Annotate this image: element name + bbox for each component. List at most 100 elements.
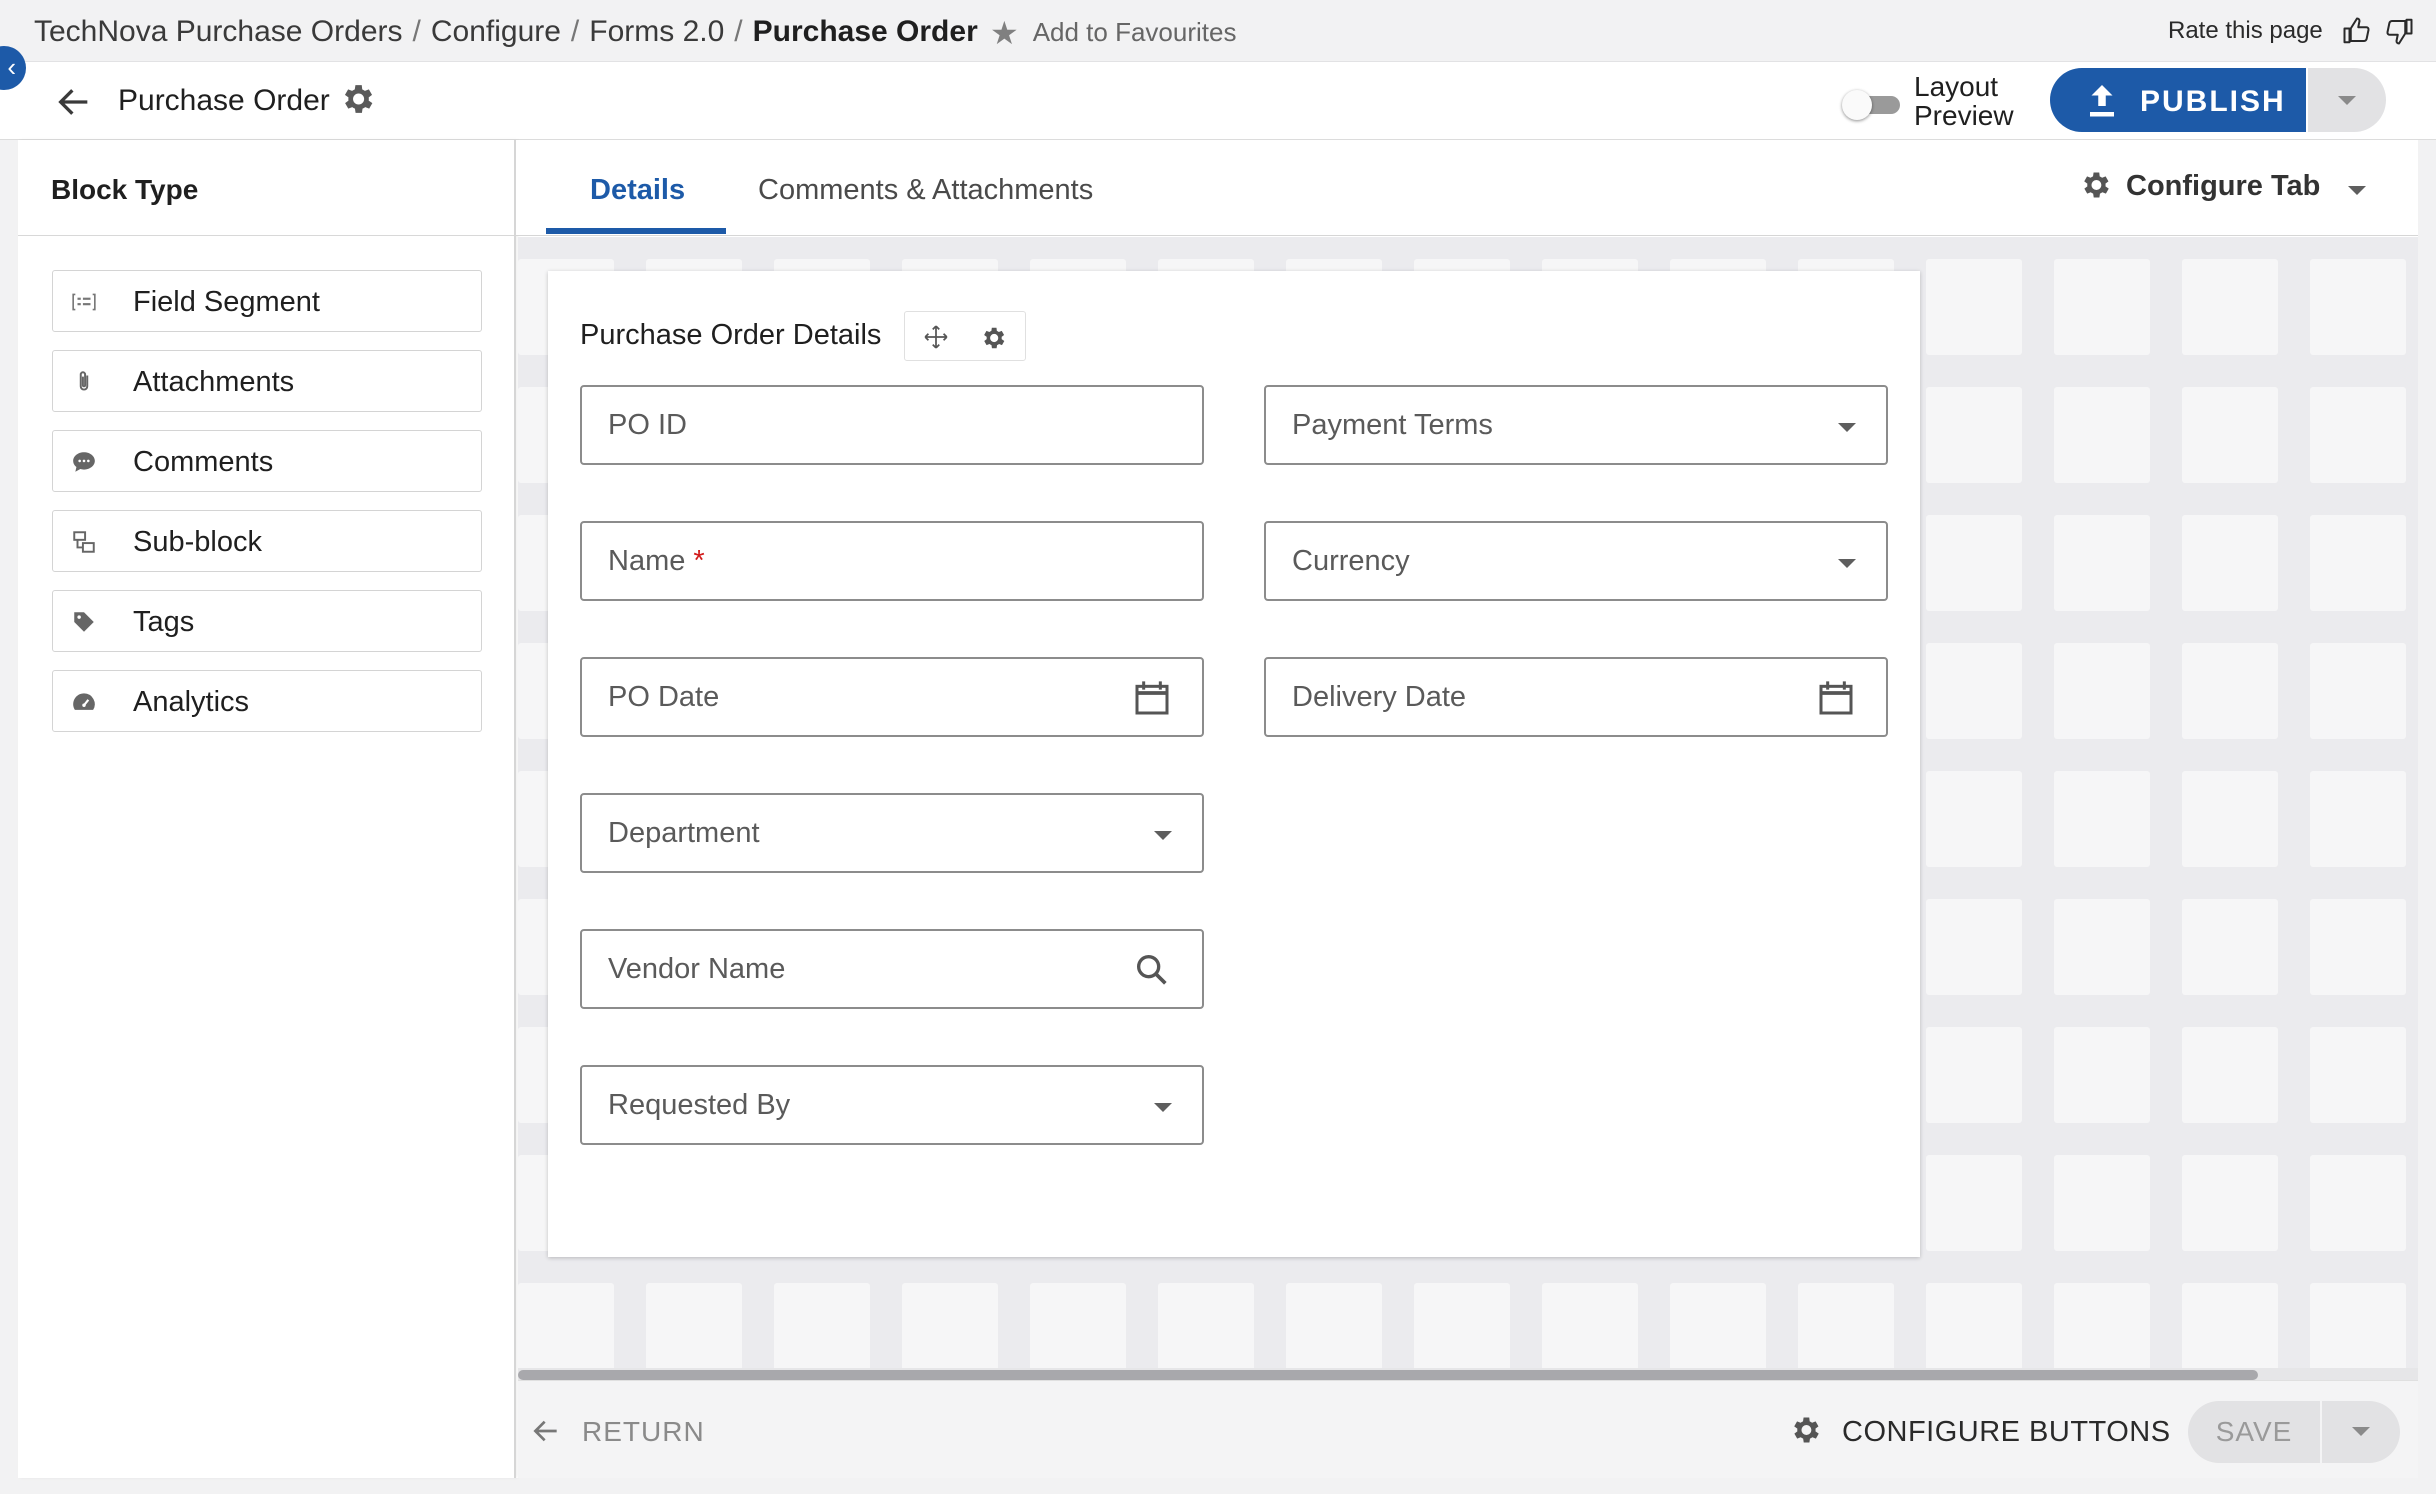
layout-grid-cell: [2182, 899, 2278, 995]
delivery-date-field[interactable]: Delivery Date: [1264, 657, 1888, 737]
block-item-label: Tags: [133, 606, 195, 638]
calendar-icon[interactable]: [1816, 677, 1856, 719]
field-label: Vendor Name: [608, 953, 786, 985]
thumbs-up-icon[interactable]: [2342, 16, 2372, 46]
chevron-down-icon: [1154, 831, 1172, 840]
publish-dropdown-button[interactable]: [2308, 68, 2386, 132]
chevron-down-icon: [2338, 96, 2356, 105]
layout-grid-cell: [2310, 1155, 2406, 1251]
block-item-comments[interactable]: Comments: [52, 430, 482, 492]
chevron-left-icon: ‹: [7, 52, 16, 82]
vendor-name-lookup[interactable]: Vendor Name: [580, 929, 1204, 1009]
layout-grid-cell: [2182, 1283, 2278, 1373]
required-marker: *: [693, 545, 705, 577]
po-date-field[interactable]: PO Date: [580, 657, 1204, 737]
gear-icon[interactable]: [338, 80, 376, 118]
sub-block-icon: [73, 531, 95, 553]
configure-buttons-button[interactable]: CONFIGURE BUTTONS: [1788, 1413, 2171, 1449]
active-tab-indicator: [546, 228, 726, 234]
search-icon[interactable]: [1132, 949, 1172, 991]
layout-grid-cell: [2310, 259, 2406, 355]
field-label-text: Name: [608, 545, 686, 577]
horizontal-scrollbar[interactable]: [518, 1368, 2418, 1380]
top-bar: TechNova Purchase Orders / Configure / Forms…: [0, 0, 2436, 62]
field-label: Currency: [1292, 545, 1410, 577]
layout-grid-cell: [2182, 771, 2278, 867]
currency-select[interactable]: Currency: [1264, 521, 1888, 601]
move-icon[interactable]: [923, 324, 949, 350]
block-toolbar: [904, 311, 1026, 361]
gauge-icon: [73, 693, 95, 710]
layout-grid-cell: [2182, 515, 2278, 611]
configure-tab-button[interactable]: Configure Tab: [2078, 168, 2366, 203]
layout-grid-cell: [2310, 387, 2406, 483]
calendar-icon[interactable]: [1132, 677, 1172, 719]
block-type-header: Block Type: [18, 140, 514, 236]
save-button[interactable]: SAVE: [2188, 1401, 2320, 1463]
scrollbar-thumb[interactable]: [518, 1370, 2258, 1380]
layout-grid-cell: [1926, 1027, 2022, 1123]
layout-preview-toggle[interactable]: [1842, 90, 1902, 120]
layout-grid-cell: [1286, 1283, 1382, 1373]
footer-bar: RETURN CONFIGURE BUTTONS SAVE: [518, 1380, 2418, 1478]
tab-comments-attachments[interactable]: Comments & Attachments: [758, 174, 1093, 207]
layout-grid-cell: [518, 1283, 614, 1373]
layout-grid-cell: [1926, 771, 2022, 867]
name-field[interactable]: Name *: [580, 521, 1204, 601]
block-item-attachments[interactable]: Attachments: [52, 350, 482, 412]
field-label: PO ID: [608, 409, 687, 441]
field-label: Delivery Date: [1292, 681, 1467, 713]
layout-grid-cell: [646, 1283, 742, 1373]
page-title: Purchase Order: [118, 84, 330, 117]
tag-icon: [74, 612, 94, 632]
block-type-panel: Block Type Field Segment Attachments Com…: [18, 140, 516, 1478]
breadcrumb-current: Purchase Order: [752, 15, 978, 49]
chevron-down-icon: [1838, 559, 1856, 568]
breadcrumb-item-app[interactable]: TechNova Purchase Orders: [34, 15, 403, 48]
chevron-down-icon: [1154, 1103, 1172, 1112]
breadcrumb-separator: /: [570, 15, 580, 49]
layout-grid-cell: [1926, 515, 2022, 611]
page-header: Purchase Order Layout Preview PUBLISH: [0, 62, 2436, 140]
layout-grid-cell: [902, 1283, 998, 1373]
upload-icon: [2090, 85, 2114, 117]
layout-grid-cell: [1926, 1155, 2022, 1251]
save-dropdown-button[interactable]: [2322, 1401, 2400, 1463]
breadcrumb-item-forms[interactable]: Forms 2.0: [589, 15, 724, 48]
return-button[interactable]: RETURN: [530, 1415, 705, 1448]
layout-grid-cell: [2310, 1027, 2406, 1123]
block-item-analytics[interactable]: Analytics: [52, 670, 482, 732]
field-label: Requested By: [608, 1089, 791, 1121]
layout-grid-cell: [1926, 259, 2022, 355]
chevron-down-icon: [2352, 1427, 2370, 1436]
back-arrow-icon[interactable]: [54, 82, 94, 122]
gear-icon: [1794, 1417, 1819, 1443]
publish-label: PUBLISH: [2140, 85, 2286, 118]
layout-grid-cell: [2054, 1283, 2150, 1373]
payment-terms-select[interactable]: Payment Terms: [1264, 385, 1888, 465]
block-item-field-segment[interactable]: Field Segment: [52, 270, 482, 332]
thumbs-down-icon[interactable]: [2384, 16, 2414, 46]
po-id-field[interactable]: PO ID: [580, 385, 1204, 465]
layout-grid-cell: [2310, 515, 2406, 611]
field-segment-icon: [72, 293, 96, 311]
publish-button[interactable]: PUBLISH: [2050, 68, 2306, 132]
requested-by-select[interactable]: Requested By: [580, 1065, 1204, 1145]
form-block-card[interactable]: Purchase Order Details PO ID Name * PO Da…: [548, 271, 1920, 1257]
left-edge: [0, 62, 18, 1494]
department-select[interactable]: Department: [580, 793, 1204, 873]
tab-bar: Details Comments & Attachments Configure…: [516, 140, 2418, 236]
gear-icon[interactable]: [979, 324, 1007, 352]
chevron-down-icon: [1838, 423, 1856, 432]
tab-details[interactable]: Details: [590, 174, 685, 207]
block-item-tags[interactable]: Tags: [52, 590, 482, 652]
layout-grid-cell: [2054, 899, 2150, 995]
block-item-sub-block[interactable]: Sub-block: [52, 510, 482, 572]
layout-grid-cell: [1158, 1283, 1254, 1373]
gear-icon: [2084, 172, 2109, 198]
layout-grid-cell: [2054, 259, 2150, 355]
add-to-favourites-button[interactable]: ★ Add to Favourites: [990, 14, 1236, 52]
breadcrumb-item-configure[interactable]: Configure: [431, 15, 561, 48]
paperclip-icon: [79, 371, 89, 391]
breadcrumb-separator: /: [734, 15, 743, 49]
